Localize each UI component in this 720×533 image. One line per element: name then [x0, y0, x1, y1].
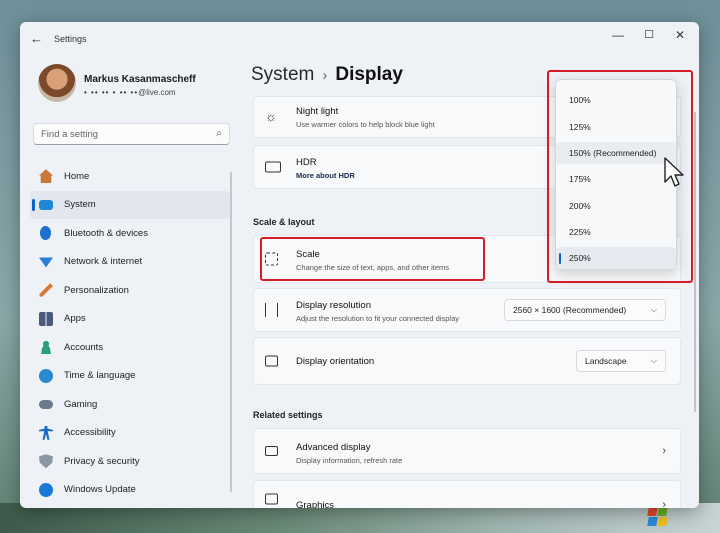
resolution-value: 2560 × 1600 (Recommended)	[513, 305, 627, 315]
minimize-icon[interactable]: —	[608, 28, 628, 42]
scale-highlight-box	[260, 237, 485, 281]
advanced-display-card[interactable]: Advanced display Display information, re…	[253, 428, 681, 474]
window-title: Settings	[54, 34, 87, 44]
sidebar-item-home[interactable]: Home	[30, 162, 230, 191]
brush-icon	[39, 283, 53, 298]
resolution-desc: Adjust the resolution to fit your connec…	[296, 314, 460, 323]
bluetooth-icon	[40, 226, 51, 241]
apps-icon	[39, 311, 53, 326]
avatar[interactable]	[38, 64, 76, 102]
accessibility-icon	[39, 425, 53, 440]
sidebar-nav: Home System Bluetooth & devices Network …	[30, 162, 230, 504]
user-email: • •• •• • •• ••@live.com	[84, 88, 176, 97]
sidebar-item-gaming[interactable]: Gaming	[30, 390, 230, 419]
chevron-right-icon: ›	[662, 445, 666, 457]
hdr-title: HDR	[296, 157, 317, 168]
sidebar-item-personalization[interactable]: Personalization	[30, 276, 230, 305]
orientation-title: Display orientation	[296, 356, 375, 367]
hdr-icon	[265, 161, 281, 173]
globe-clock-icon	[39, 368, 53, 383]
back-arrow-icon[interactable]: ←	[30, 31, 43, 46]
mouse-cursor-icon	[664, 157, 684, 187]
home-icon	[39, 169, 53, 184]
chevron-down-icon: ⌵	[650, 305, 657, 314]
graphics-title: Graphics	[296, 500, 335, 508]
resolution-title: Display resolution	[296, 300, 371, 311]
resolution-icon	[265, 303, 278, 317]
main-scrollbar[interactable]	[694, 112, 696, 412]
orientation-select[interactable]: Landscape ⌵	[576, 350, 666, 372]
sidebar-item-accessibility[interactable]: Accessibility	[30, 419, 230, 448]
graphics-card[interactable]: Graphics ›	[253, 480, 681, 508]
chevron-right-icon: ›	[662, 499, 666, 508]
maximize-icon[interactable]: ☐	[639, 28, 659, 41]
advanced-display-desc: Display information, refresh rate	[296, 456, 403, 465]
sidebar-item-windows-update[interactable]: Windows Update	[30, 476, 230, 505]
monitor-icon	[265, 446, 278, 456]
hdr-link[interactable]: More about HDR	[296, 171, 355, 180]
search-placeholder: Find a setting	[41, 129, 99, 140]
display-orientation-card[interactable]: Display orientation Landscape ⌵	[253, 337, 681, 385]
search-icon: ⌕	[216, 128, 222, 139]
night-light-desc: Use warmer colors to help block blue lig…	[296, 120, 435, 129]
search-input[interactable]: Find a setting ⌕	[33, 123, 230, 145]
orientation-icon	[265, 355, 278, 367]
gamepad-icon	[39, 399, 53, 409]
sidebar-item-accounts[interactable]: Accounts	[30, 333, 230, 362]
orientation-value: Landscape	[585, 356, 627, 366]
breadcrumb-separator: ›	[322, 67, 328, 84]
night-light-title: Night light	[296, 106, 339, 117]
wifi-icon	[39, 257, 53, 268]
close-icon[interactable]: ✕	[670, 28, 690, 42]
sidebar-item-bluetooth[interactable]: Bluetooth & devices	[30, 219, 230, 248]
sidebar-item-privacy[interactable]: Privacy & security	[30, 447, 230, 476]
update-icon	[39, 482, 53, 497]
section-scale-layout: Scale & layout	[253, 217, 315, 227]
sidebar-item-time-language[interactable]: Time & language	[30, 362, 230, 391]
sidebar-item-system[interactable]: System	[30, 190, 230, 219]
person-icon	[39, 340, 53, 355]
sidebar-scrollbar[interactable]	[230, 172, 232, 492]
sidebar-item-apps[interactable]: Apps	[30, 305, 230, 334]
breadcrumb: System › Display	[251, 64, 403, 86]
user-name: Markus Kasanmascheff	[84, 74, 196, 85]
sidebar-item-network[interactable]: Network & internet	[30, 248, 230, 277]
chevron-down-icon: ⌵	[650, 356, 657, 365]
display-resolution-card[interactable]: Display resolution Adjust the resolution…	[253, 288, 681, 332]
breadcrumb-parent[interactable]: System	[251, 64, 314, 85]
graphics-icon	[265, 493, 278, 505]
brightness-icon: ☼	[265, 109, 277, 124]
watermark-logo	[646, 505, 682, 527]
monitor-icon	[39, 199, 53, 210]
title-bar: ← Settings — ☐ ✕	[20, 22, 699, 56]
section-related-settings: Related settings	[253, 410, 323, 420]
shield-icon	[39, 454, 53, 469]
resolution-select[interactable]: 2560 × 1600 (Recommended) ⌵	[504, 299, 666, 321]
page-title: Display	[335, 64, 403, 85]
advanced-display-title: Advanced display	[296, 442, 371, 453]
